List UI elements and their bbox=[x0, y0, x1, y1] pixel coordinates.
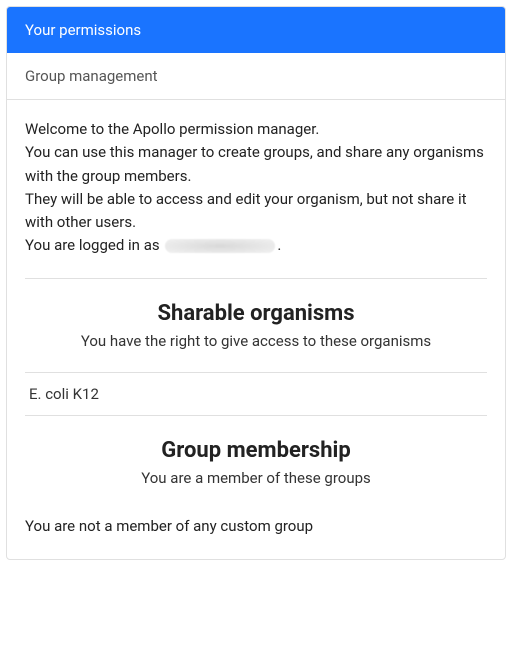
group-membership-subtitle: You are a member of these groups bbox=[25, 469, 487, 487]
intro-line-2: You can use this manager to create group… bbox=[25, 141, 487, 188]
login-prefix: You are logged in as bbox=[25, 236, 163, 254]
login-suffix: . bbox=[277, 236, 281, 254]
intro-line-3: They will be able to access and edit you… bbox=[25, 188, 487, 235]
membership-empty-message: You are not a member of any custom group bbox=[25, 517, 487, 535]
intro-line-1: Welcome to the Apollo permission manager… bbox=[25, 118, 487, 141]
group-membership-title: Group membership bbox=[25, 438, 487, 463]
redacted-username bbox=[165, 239, 275, 253]
card-header: Your permissions bbox=[7, 7, 505, 53]
organism-name: E. coli K12 bbox=[29, 385, 99, 403]
card-subheader: Group management bbox=[7, 53, 505, 100]
intro-login-line: You are logged in as . bbox=[25, 234, 487, 257]
organism-list-item[interactable]: E. coli K12 bbox=[25, 372, 487, 416]
intro-text: Welcome to the Apollo permission manager… bbox=[25, 118, 487, 258]
card-body: Welcome to the Apollo permission manager… bbox=[7, 100, 505, 559]
sharable-organisms-title: Sharable organisms bbox=[25, 301, 487, 326]
permissions-card: Your permissions Group management Welcom… bbox=[6, 6, 506, 560]
card-subtitle: Group management bbox=[25, 67, 158, 85]
card-title: Your permissions bbox=[25, 21, 141, 39]
sharable-organisms-subtitle: You have the right to give access to the… bbox=[25, 332, 487, 350]
divider bbox=[25, 278, 487, 279]
